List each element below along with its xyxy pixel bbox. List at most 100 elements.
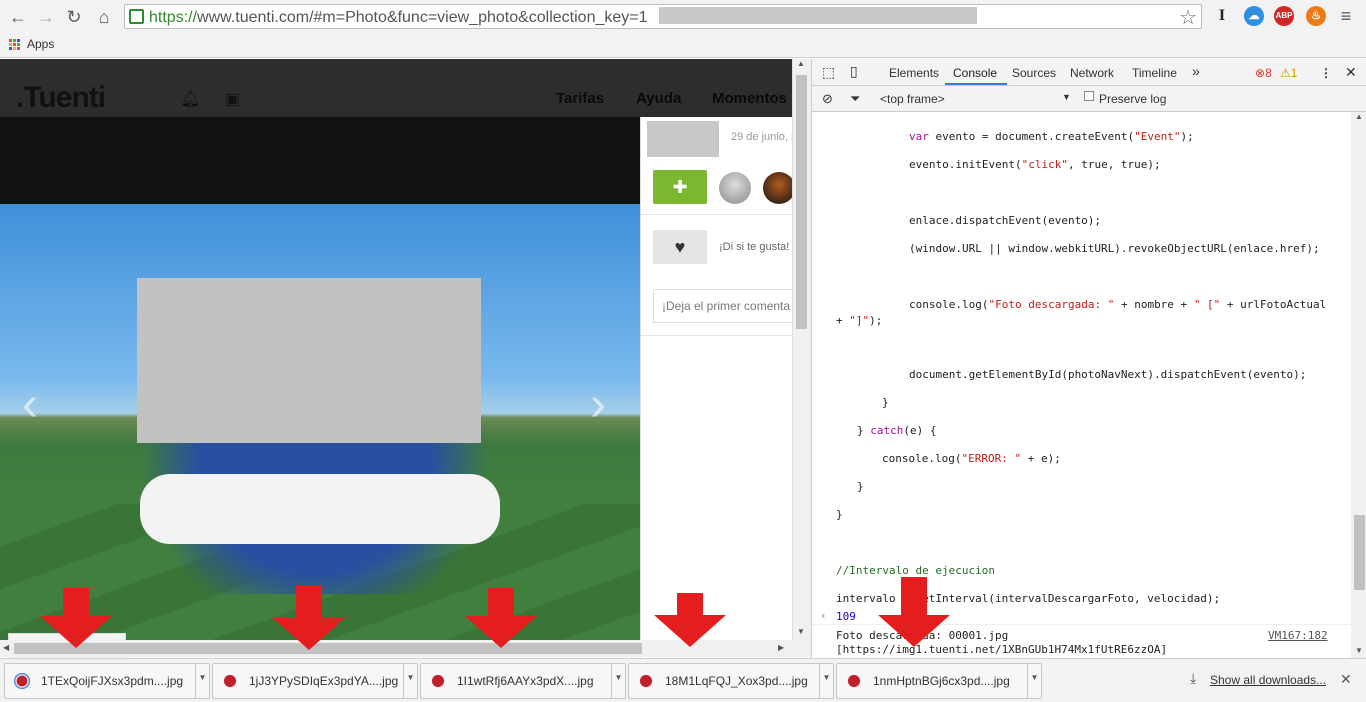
browser-toolbar: ← → ↻ ⌂ https://www.tuenti.com/#m=Photo&…	[0, 0, 1366, 58]
scroll-left-icon[interactable]: ◀	[3, 643, 9, 652]
image-file-icon	[429, 672, 447, 690]
console-scrollbar[interactable]: ▲ ▼	[1351, 112, 1366, 658]
image-file-icon	[221, 672, 239, 690]
console-line: console.log("ERROR: " + e);	[882, 452, 1061, 465]
apps-grid-icon[interactable]	[8, 38, 20, 50]
preserve-log-label: Preserve log	[1099, 92, 1167, 106]
scroll-thumb[interactable]	[1354, 515, 1365, 590]
download-filename: 1TExQoijFJXsx3pdm....jpg	[41, 674, 184, 688]
error-count-icon[interactable]: ⊗8	[1255, 66, 1272, 80]
chevron-down-icon[interactable]: ▼	[1062, 92, 1071, 102]
console-line: + "]");	[836, 314, 883, 327]
tuenti-logo[interactable]: .Tuenti	[16, 81, 106, 115]
console-line: } catch(e) {	[857, 424, 937, 437]
comment-input[interactable]: ¡Deja el primer comenta	[653, 289, 792, 323]
tab-network[interactable]: Network	[1070, 66, 1114, 80]
more-tabs-icon[interactable]: »	[1192, 63, 1200, 79]
photo-sidebar: 29 de junio, 2 ✚ ♥ ¡Di si te gusta! ¡Dej…	[640, 117, 792, 658]
divider	[641, 214, 792, 215]
inspect-icon[interactable]: ⬚	[822, 64, 835, 81]
error-count: 8	[1265, 66, 1272, 80]
nav-momentos[interactable]: Momentos	[712, 90, 787, 107]
source-link[interactable]: VM167:182	[1268, 629, 1328, 642]
chrome-menu-icon[interactable]: ≡	[1336, 6, 1356, 26]
chevron-down-icon[interactable]: ▼	[195, 664, 209, 698]
tab-timeline[interactable]: Timeline	[1132, 66, 1177, 80]
frame-select[interactable]: <top frame>	[880, 92, 945, 106]
lock-icon	[129, 9, 144, 24]
redacted-block	[659, 7, 977, 24]
tab-elements[interactable]: Elements	[889, 66, 939, 80]
scroll-right-icon[interactable]: ▶	[778, 643, 784, 652]
download-item[interactable]: 1TExQoijFJXsx3pdm....jpg ▼	[4, 663, 210, 699]
download-item[interactable]: 18M1LqFQJ_Xox3pd....jpg ▼	[628, 663, 834, 699]
clear-console-icon[interactable]: ⊘	[822, 91, 833, 107]
console-line: }	[882, 396, 889, 409]
console-line: document.getElementById(photoNavNext).di…	[909, 368, 1307, 381]
warning-count-icon[interactable]: ⚠1	[1280, 66, 1297, 80]
like-prompt: ¡Di si te gusta!	[719, 241, 790, 253]
download-filename: 18M1LqFQJ_Xox3pd....jpg	[665, 674, 808, 688]
download-item[interactable]: 1nmHptnBGj6cx3pd....jpg ▼	[836, 663, 1042, 699]
prev-photo-icon[interactable]: ‹	[22, 377, 38, 432]
players-shorts	[140, 474, 500, 544]
download-item[interactable]: 1I1wtRfj6AAYx3pdX....jpg ▼	[420, 663, 626, 699]
console-line: console.log("Foto descargada: " + nombre…	[909, 298, 1327, 311]
tuenti-header: .Tuenti 🔔︎ ▣ Tarifas Ayuda Momentos	[0, 59, 792, 117]
console-toolbar: ⊘ ⏷ <top frame> ▼ Preserve log	[812, 86, 1366, 112]
address-bar[interactable]: https://www.tuenti.com/#m=Photo&func=vie…	[124, 4, 1202, 29]
download-icon: ⤓	[1190, 670, 1197, 686]
tagged-avatar[interactable]	[763, 172, 792, 204]
chevron-down-icon[interactable]: ▼	[611, 664, 625, 698]
chevron-down-icon[interactable]: ▼	[819, 664, 833, 698]
image-file-icon	[637, 672, 655, 690]
chevron-down-icon[interactable]: ▼	[403, 664, 417, 698]
download-item[interactable]: 1jJ3YPySDIqEx3pdYA....jpg ▼	[212, 663, 418, 699]
close-shelf-icon[interactable]: ✕	[1340, 671, 1352, 688]
bookmark-star-icon[interactable]: ☆	[1179, 5, 1197, 30]
tag-button[interactable]: ✚	[653, 170, 707, 204]
camera-add-icon[interactable]: ▣	[225, 89, 240, 109]
download-shelf: 1TExQoijFJXsx3pdm....jpg ▼ 1jJ3YPySDIqEx…	[0, 658, 1366, 702]
tab-sources[interactable]: Sources	[1012, 66, 1056, 80]
scroll-down-icon[interactable]: ▼	[797, 627, 805, 636]
console-line: enlace.dispatchEvent(evento);	[909, 214, 1102, 227]
adblock-icon[interactable]: ABP	[1274, 6, 1294, 26]
console-line: (window.URL || window.webkitURL).revokeO…	[909, 242, 1320, 255]
show-all-downloads-link[interactable]: Show all downloads...	[1210, 673, 1326, 687]
fire-extension-icon[interactable]: ♨	[1306, 6, 1326, 26]
bell-icon[interactable]: 🔔︎	[180, 89, 200, 109]
scroll-up-icon[interactable]: ▲	[1355, 112, 1363, 121]
console-line: evento.initEvent("click", true, true);	[909, 158, 1161, 171]
device-mode-icon[interactable]: ▯	[850, 63, 858, 80]
extension-i-icon[interactable]: I	[1212, 6, 1232, 26]
preserve-log-checkbox[interactable]	[1084, 91, 1094, 101]
chevron-down-icon[interactable]: ▼	[1027, 664, 1041, 698]
next-photo-icon[interactable]: ›	[590, 377, 606, 432]
nav-tarifas[interactable]: Tarifas	[556, 90, 604, 107]
home-icon[interactable]: ⌂	[92, 5, 116, 29]
apps-link[interactable]: Apps	[27, 37, 54, 51]
image-file-icon	[845, 672, 863, 690]
active-tab-indicator	[945, 83, 1007, 85]
cloud-extension-icon[interactable]: ☁	[1244, 6, 1264, 26]
tab-console[interactable]: Console	[953, 66, 997, 80]
result-arrow-icon: ‹	[820, 609, 827, 622]
devtools-menu-icon[interactable]: ⋮	[1320, 66, 1332, 80]
filter-icon[interactable]: ⏷	[850, 91, 860, 107]
scroll-up-icon[interactable]: ▲	[797, 59, 805, 68]
console-output: var evento = document.createEvent("Event…	[812, 112, 1352, 658]
scroll-down-icon[interactable]: ▼	[1355, 646, 1363, 655]
like-button[interactable]: ♥	[653, 230, 707, 264]
close-devtools-icon[interactable]: ✕	[1345, 64, 1357, 81]
back-icon[interactable]: ←	[6, 5, 30, 29]
download-filename: 1jJ3YPySDIqEx3pdYA....jpg	[249, 674, 399, 688]
forward-icon[interactable]: →	[34, 5, 58, 29]
reload-icon[interactable]: ↻	[62, 5, 86, 29]
tagged-avatar[interactable]	[719, 172, 751, 204]
page-vertical-scrollbar[interactable]: ▲ ▼	[792, 59, 811, 640]
bookmarks-bar: Apps	[0, 34, 1366, 56]
nav-ayuda[interactable]: Ayuda	[636, 90, 681, 107]
scroll-thumb[interactable]	[796, 75, 807, 329]
console-line: }	[857, 480, 864, 493]
